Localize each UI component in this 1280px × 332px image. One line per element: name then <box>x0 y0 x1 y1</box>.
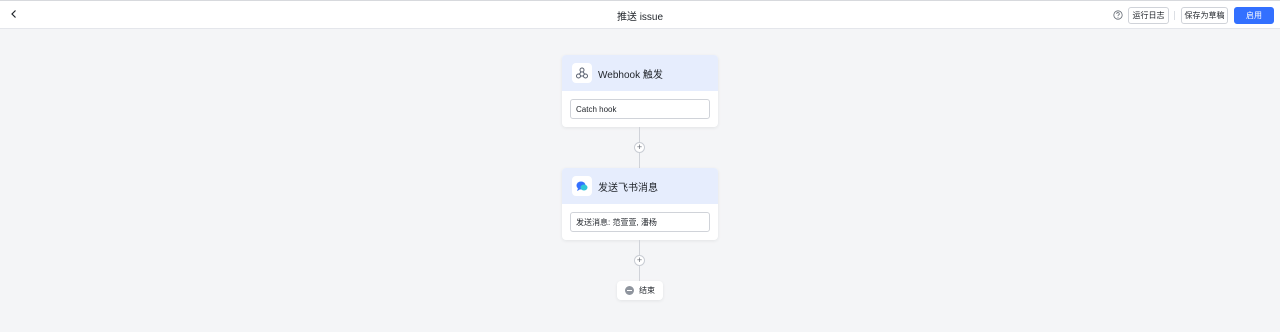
add-step-button[interactable]: + <box>634 142 645 153</box>
save-draft-button[interactable]: 保存为草稿 <box>1181 7 1228 24</box>
trigger-node-field[interactable]: Catch hook <box>570 99 710 119</box>
add-step-button[interactable]: + <box>634 255 645 266</box>
top-bar: 推送 issue 运行日志 保存为草稿 启用 <box>0 0 1280 29</box>
webhook-icon <box>572 63 592 83</box>
stop-icon <box>625 286 634 295</box>
end-node-label: 结束 <box>639 286 655 295</box>
run-log-button[interactable]: 运行日志 <box>1128 7 1169 24</box>
trigger-node-header: Webhook 触发 <box>562 55 718 91</box>
page-title: 推送 issue <box>616 12 664 23</box>
action-node-field[interactable]: 发送消息: 范萱萱, 潘杨 <box>570 212 710 232</box>
trigger-node-card[interactable]: Webhook 触发 Catch hook <box>562 55 718 127</box>
divider <box>1174 11 1175 20</box>
question-circle-icon[interactable] <box>1113 10 1123 20</box>
trigger-node-title: Webhook 触发 <box>598 69 663 81</box>
action-node-card[interactable]: 发送飞书消息 发送消息: 范萱萱, 潘杨 <box>562 168 718 240</box>
enable-button[interactable]: 启用 <box>1234 7 1274 24</box>
action-node-title: 发送飞书消息 <box>598 182 658 194</box>
action-node-header: 发送飞书消息 <box>562 168 718 204</box>
end-node: 结束 <box>617 281 663 300</box>
feishu-icon <box>572 176 592 196</box>
